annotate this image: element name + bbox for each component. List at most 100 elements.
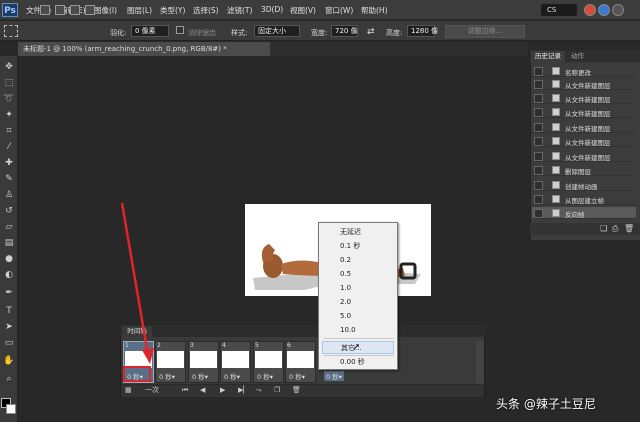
play-icon[interactable]: ▶ [220,384,225,397]
history-brush-icon[interactable]: ↺ [3,206,15,217]
duplicate-frame-icon[interactable]: ❐ [274,384,280,397]
zoom-tool-icon[interactable]: ⌕ [3,374,15,385]
subtract-selection-icon[interactable] [70,5,80,15]
convert-timeline-icon[interactable]: ▦ [125,384,132,397]
history-snapshot-checkbox[interactable] [534,94,543,103]
delay-option[interactable]: 0.1 秒 [322,240,394,253]
history-snapshot-checkbox[interactable] [534,137,543,146]
first-frame-icon[interactable]: ⏮ [182,384,188,397]
marquee-tool-icon[interactable] [4,25,18,37]
delay-option[interactable]: 10.0 [322,324,394,337]
eraser-tool-icon[interactable]: ▱ [3,222,15,233]
prev-frame-icon[interactable]: ◀ [200,384,205,397]
menu-layer[interactable]: 图层(L) [127,5,152,16]
add-selection-icon[interactable] [55,5,65,15]
history-snapshot-checkbox[interactable] [534,80,543,89]
frame-7-delay-select[interactable]: 0 秒▾ [324,371,344,381]
history-snapshot-checkbox[interactable] [534,108,543,117]
delay-option[interactable]: 1.0 [322,282,394,295]
snapshot-camera-icon[interactable]: ⎙ [612,224,618,234]
history-snapshot-checkbox[interactable] [534,123,543,132]
swap-icon[interactable]: ⇄ [367,27,375,37]
history-step-icon [552,80,560,88]
lasso-tool-icon[interactable]: ➰ [3,94,15,105]
brush-tool-icon[interactable]: ✎ [3,174,15,185]
menu-help[interactable]: 帮助(H) [361,5,388,16]
next-frame-icon[interactable]: ▶▏ [238,384,249,397]
help-icon[interactable] [598,4,610,16]
width-input[interactable]: 720 像 [331,25,358,37]
menu-3d[interactable]: 3D(D) [261,5,283,14]
menu-view[interactable]: 视图(V) [290,5,316,16]
history-snapshot-checkbox[interactable] [534,67,543,76]
frame-delay-select[interactable]: 0 秒▾ [289,371,305,381]
style-select[interactable]: 固定大小 [254,25,300,37]
menu-window[interactable]: 窗口(W) [325,5,353,16]
new-document-from-state-icon[interactable]: ❏ [600,224,607,233]
history-step-icon [552,166,560,174]
history-step-icon [552,209,560,217]
menu-filter[interactable]: 滤镜(T) [227,5,252,16]
frame-delay-select[interactable]: 0 秒▾ [257,371,273,381]
hand-tool-icon[interactable]: ✋ [3,356,15,367]
history-snapshot-checkbox[interactable] [534,181,543,190]
delay-option[interactable]: 0.5 [322,268,394,281]
new-selection-icon[interactable] [40,5,50,15]
history-item-label: 从文件新建图层 [565,154,611,162]
intersect-selection-icon[interactable] [85,5,95,15]
record-icon[interactable] [584,4,596,16]
menu-select[interactable]: 选择(S) [193,5,219,16]
type-tool-icon[interactable]: T [3,306,15,317]
feather-input[interactable]: 0 像素 [131,25,169,37]
watermark: 头条 @辣子土豆尼 [496,397,596,411]
history-snapshot-checkbox[interactable] [534,152,543,161]
delay-option[interactable]: 0.2 [322,254,394,267]
frame-delay-select[interactable]: 0 秒▾ [192,371,208,381]
frame-delay-select[interactable]: 0 秒▾ [159,371,175,381]
history-snapshot-checkbox[interactable] [534,209,543,218]
history-item-label: 反向帧 [565,211,585,219]
tab-history[interactable]: 历史记录 [531,51,565,62]
antialias-checkbox[interactable] [176,26,184,34]
frame-delay-select[interactable]: 0 秒▾ [224,371,240,381]
refine-edge-button[interactable]: 调整边缘... [445,25,525,38]
minimize-icon[interactable] [612,4,624,16]
menu-image[interactable]: 图像(I) [94,5,117,16]
frame-number: 2 [157,342,161,349]
delay-option[interactable]: 2.0 [322,296,394,309]
delay-option[interactable]: 5.0 [322,310,394,323]
gradient-tool-icon[interactable]: ▤ [3,238,15,249]
shape-tool-icon[interactable]: ▭ [3,338,15,349]
delay-option-current[interactable]: 0.00 秒 [322,356,394,369]
delete-state-icon[interactable]: 🗑 [624,224,634,233]
document-tab[interactable]: 未标题-1 @ 100% (arm_reaching_crunch_0.png,… [18,42,270,56]
loop-select[interactable]: 一次 [145,384,159,397]
menu-type[interactable]: 类型(Y) [160,5,185,16]
tab-actions[interactable]: 动作 [567,51,588,62]
clone-stamp-icon[interactable]: ♙ [3,190,15,201]
move-tool-icon[interactable]: ✥ [3,62,15,73]
history-step-icon [552,137,560,145]
delete-frame-icon[interactable]: 🗑 [292,384,301,397]
tween-icon[interactable]: ⤳ [256,384,262,397]
photoshop-logo: Ps [2,3,18,17]
background-color-swatch[interactable] [6,404,16,414]
path-select-icon[interactable]: ➤ [3,322,15,333]
width-label: 宽度: [311,29,328,37]
timeline-tab[interactable]: 时间轴 [122,326,152,337]
healing-brush-icon[interactable]: ✚ [3,158,15,169]
timeline-scrollbar[interactable] [476,341,484,383]
marquee-tool-icon[interactable]: ⬚ [3,78,15,89]
magic-wand-icon[interactable]: ✦ [3,110,15,121]
pen-tool-icon[interactable]: ✒ [3,288,15,299]
history-snapshot-checkbox[interactable] [534,166,543,175]
frame-thumbnail [287,351,314,368]
crop-tool-icon[interactable]: ⌗ [3,126,15,137]
cs-live-badge[interactable]: CS [541,4,577,16]
eyedropper-icon[interactable]: ⁄ [3,142,15,153]
delay-option[interactable]: 无延迟 [322,226,394,239]
height-input[interactable]: 1280 像 [407,25,438,37]
dodge-tool-icon[interactable]: ◐ [3,270,15,281]
blur-tool-icon[interactable]: ● [3,254,15,265]
history-snapshot-checkbox[interactable] [534,195,543,204]
